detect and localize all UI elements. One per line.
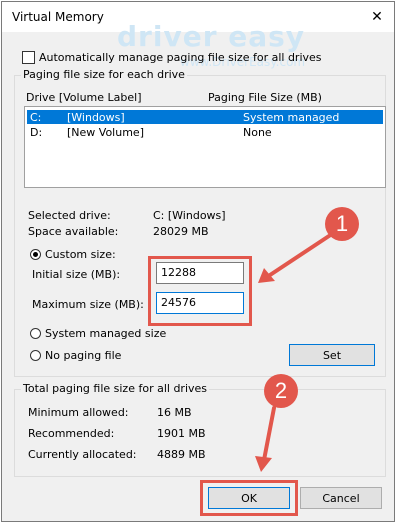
step-2-arrow [255, 406, 276, 472]
virtual-memory-dialog: Virtual Memory ✕ driver easy www.DriverE… [1, 1, 395, 522]
